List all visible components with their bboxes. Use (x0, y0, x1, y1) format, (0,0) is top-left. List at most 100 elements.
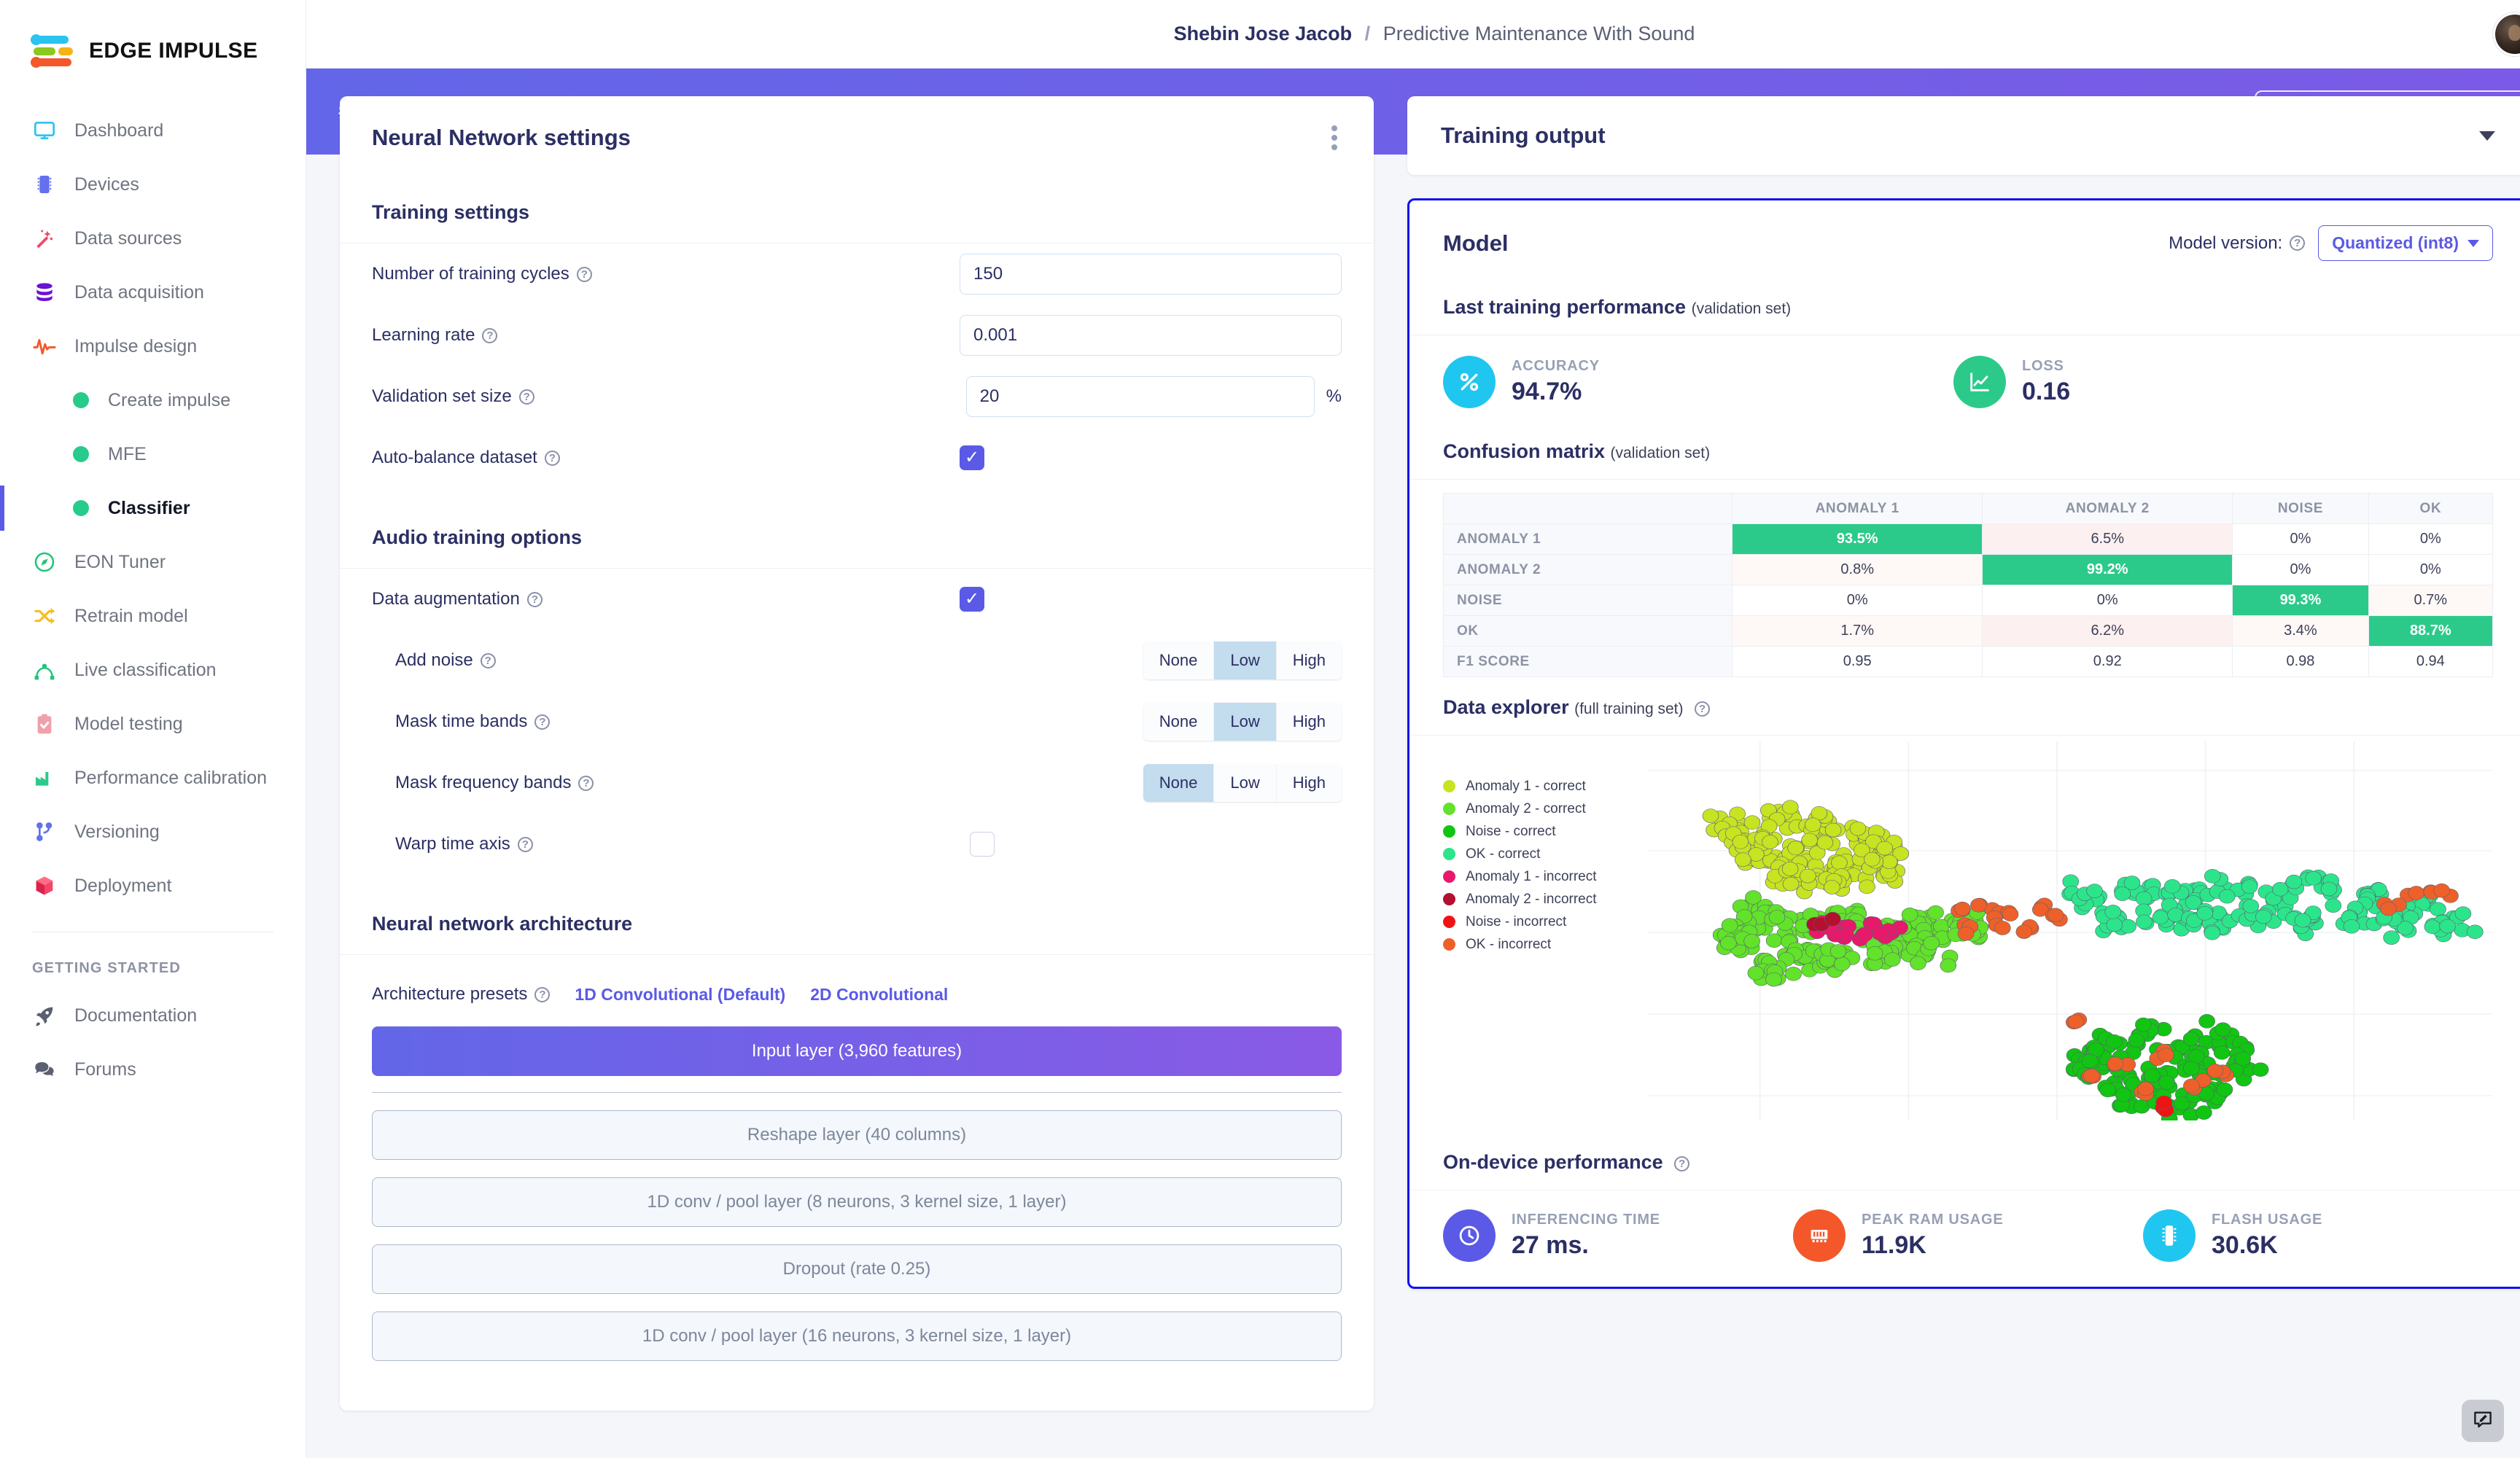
scatter-point[interactable] (2104, 905, 2122, 919)
sidebar-item-forums[interactable]: Forums (0, 1042, 306, 1096)
scatter-point[interactable] (1785, 967, 1802, 981)
scatter-point[interactable] (1747, 965, 1765, 981)
scatter-point[interactable] (2182, 1061, 2200, 1076)
legend-item[interactable]: OK - correct (1443, 843, 1640, 865)
sidebar-item-classifier[interactable]: Classifier (0, 481, 306, 535)
sidebar-item-dashboard[interactable]: Dashboard (0, 104, 306, 157)
scatter-point[interactable] (1824, 912, 1841, 927)
scatter-point[interactable] (2242, 899, 2260, 913)
scatter-point[interactable] (1901, 907, 1918, 922)
scatter-point[interactable] (1954, 901, 1971, 916)
scatter-point[interactable] (2086, 884, 2103, 898)
scatter-point[interactable] (1833, 956, 1851, 972)
sidebar-item-performance-calibration[interactable]: Performance calibration (0, 751, 306, 805)
scatter-point[interactable] (2294, 913, 2311, 928)
scatter-point[interactable] (1923, 935, 1940, 951)
breadcrumb-owner[interactable]: Shebin Jose Jacob (1174, 23, 1353, 44)
scatter-point[interactable] (2234, 1051, 2252, 1066)
scatter-point[interactable] (2213, 1045, 2231, 1060)
sidebar-item-model-testing[interactable]: Model testing (0, 697, 306, 751)
scatter-point[interactable] (1732, 835, 1749, 849)
scatter-point[interactable] (1856, 927, 1873, 942)
scatter-point[interactable] (1940, 958, 1957, 973)
scatter-point[interactable] (2099, 1083, 2116, 1098)
validation-set-size-input[interactable] (965, 376, 1315, 417)
scatter-point[interactable] (2198, 1014, 2215, 1029)
scatter-point[interactable] (1994, 921, 2011, 935)
scatter-point[interactable] (2380, 901, 2397, 916)
sidebar-item-deployment[interactable]: Deployment (0, 859, 306, 913)
sidebar-item-eon-tuner[interactable]: EON Tuner (0, 535, 306, 589)
scatter-point[interactable] (2216, 1082, 2233, 1097)
scatter-point[interactable] (2163, 879, 2181, 894)
help-icon[interactable]: ? (518, 389, 534, 405)
segment-low[interactable]: Low (1214, 703, 1277, 741)
scatter-point[interactable] (2047, 908, 2064, 922)
model-version-select[interactable]: Quantized (int8) (2318, 225, 2493, 261)
scatter-point[interactable] (1883, 952, 1901, 967)
legend-item[interactable]: Anomaly 2 - incorrect (1443, 888, 1640, 911)
kebab-menu-icon[interactable] (1327, 121, 1342, 155)
scatter-point[interactable] (2128, 1033, 2145, 1048)
segment-none[interactable]: None (1143, 764, 1215, 802)
scatter-point[interactable] (2015, 924, 2033, 939)
scatter-point[interactable] (1702, 808, 1719, 823)
help-icon[interactable]: ? (482, 327, 498, 343)
layer-conv-pool-16[interactable]: 1D conv / pool layer (16 neurons, 3 kern… (372, 1311, 1342, 1361)
chevron-down-icon[interactable] (2479, 130, 2495, 141)
scatter-point[interactable] (2106, 917, 2123, 932)
sidebar-item-data-acquisition[interactable]: Data acquisition (0, 265, 306, 319)
scatter-point[interactable] (2408, 886, 2424, 900)
help-icon[interactable]: ? (480, 652, 496, 668)
scatter-point[interactable] (2433, 883, 2450, 898)
auto-balance-checkbox[interactable]: ✓ (960, 445, 984, 470)
scatter-point[interactable] (1849, 821, 1867, 836)
scatter-point[interactable] (2466, 924, 2484, 940)
warp-time-axis-checkbox[interactable] (970, 832, 995, 857)
preset-1d-convolutional[interactable]: 1D Convolutional (Default) (575, 985, 785, 1005)
scatter-point[interactable] (2081, 1053, 2099, 1069)
scatter-point[interactable] (1721, 918, 1738, 933)
data-augmentation-checkbox[interactable]: ✓ (960, 587, 984, 612)
scatter-point[interactable] (2218, 889, 2236, 904)
help-icon[interactable]: ? (1695, 701, 1710, 717)
scatter-point[interactable] (1735, 852, 1751, 867)
legend-item[interactable]: Anomaly 1 - incorrect (1443, 865, 1640, 888)
help-icon[interactable]: ? (534, 986, 551, 1002)
training-cycles-input[interactable] (960, 254, 1342, 295)
scatter-point[interactable] (1829, 944, 1847, 959)
scatter-point[interactable] (1824, 822, 1842, 838)
scatter-point[interactable] (1816, 835, 1834, 850)
scatter-point[interactable] (2271, 881, 2289, 897)
scatter-point[interactable] (2206, 1064, 2224, 1078)
legend-item[interactable]: OK - incorrect (1443, 933, 1640, 956)
scatter-point[interactable] (1762, 835, 1778, 849)
scatter-point[interactable] (2214, 1022, 2231, 1037)
scatter-point[interactable] (1824, 880, 1840, 894)
scatter-point[interactable] (1872, 926, 1889, 941)
add-noise-segmented-control[interactable]: None Low High (1143, 642, 1342, 679)
feedback-button[interactable] (2462, 1400, 2504, 1442)
scatter-point[interactable] (1804, 817, 1821, 833)
scatter-point[interactable] (1720, 935, 1737, 951)
segment-low[interactable]: Low (1214, 642, 1277, 679)
scatter-point[interactable] (2067, 1014, 2085, 1029)
scatter-point[interactable] (2439, 919, 2456, 934)
scatter-point[interactable] (1765, 972, 1782, 987)
scatter-point[interactable] (2343, 919, 2360, 934)
scatter-point[interactable] (1787, 841, 1804, 856)
scatter-point[interactable] (2252, 1062, 2269, 1077)
scatter-point[interactable] (2114, 886, 2131, 901)
help-icon[interactable]: ? (576, 266, 592, 282)
sidebar-item-live-classification[interactable]: Live classification (0, 643, 306, 697)
scatter-point[interactable] (1859, 879, 1875, 894)
segment-low[interactable]: Low (1214, 764, 1277, 802)
scatter-point[interactable] (2137, 1081, 2154, 1096)
scatter-point[interactable] (1927, 905, 1944, 920)
avatar[interactable] (2495, 14, 2520, 54)
help-icon[interactable]: ? (526, 591, 542, 607)
brand-logo[interactable]: EDGE IMPULSE (0, 0, 306, 69)
scatter-point[interactable] (2182, 1032, 2200, 1046)
scatter-point[interactable] (1957, 926, 1975, 941)
scatter-point[interactable] (1866, 946, 1883, 961)
